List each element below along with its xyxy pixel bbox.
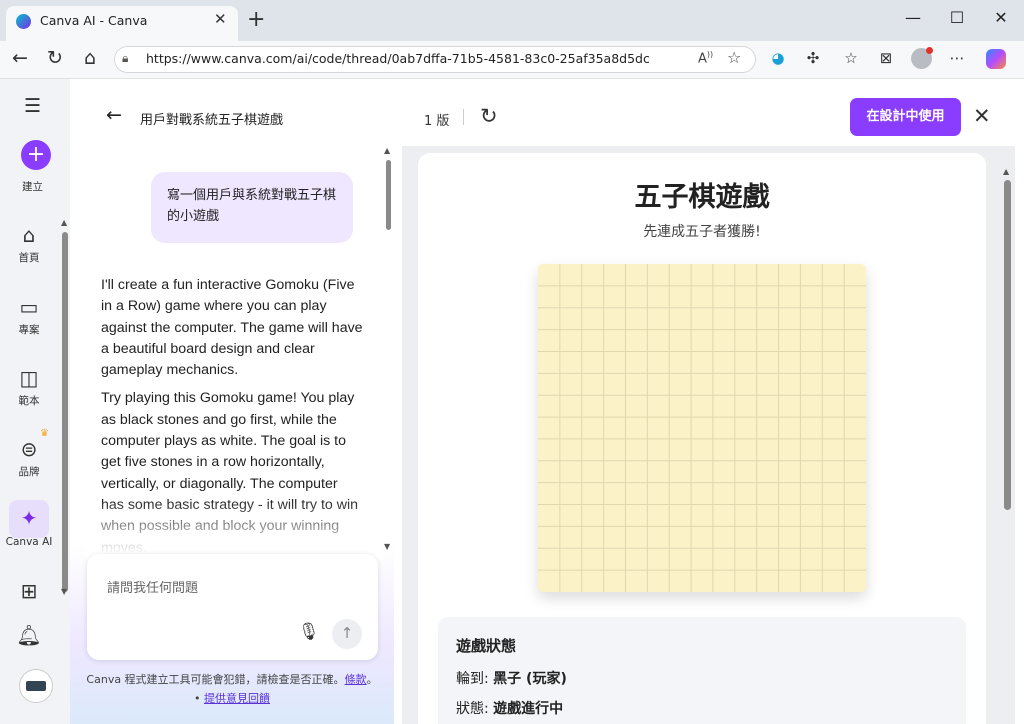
rail-scroll-down-arrow-icon[interactable]: ▼ — [61, 587, 67, 596]
chat-scroll-up-arrow-icon[interactable]: ▲ — [384, 146, 390, 155]
canva-favicon-icon — [16, 14, 31, 29]
rail-item-label: 首頁 — [18, 252, 40, 264]
favorite-star-icon[interactable]: ☆ — [727, 48, 741, 67]
version-selector[interactable]: 1 版 — [424, 110, 449, 129]
rail-item-label: 範本 — [18, 395, 40, 407]
refresh-icon[interactable]: ↻ — [480, 104, 498, 128]
templates-icon: ◫ — [19, 366, 39, 390]
window-minimize-button[interactable]: — — [898, 8, 928, 27]
lock-icon[interactable]: 🔒︎ — [122, 51, 128, 66]
apps-icon: ⊞ — [20, 579, 38, 603]
rail-item-templates[interactable]: ◫ 範本 — [0, 366, 64, 408]
favorites-icon[interactable]: ☆ — [841, 49, 861, 69]
game-title: 五子棋遊戲 — [634, 182, 770, 213]
turn-label: 輪到: — [456, 671, 489, 687]
chat-scrollbar-thumb[interactable] — [386, 160, 391, 230]
game-state-status: 狀態: 遊戲進行中 — [456, 698, 563, 718]
chat-input-box[interactable] — [87, 554, 378, 660]
gomoku-board[interactable] — [538, 264, 866, 592]
terms-link[interactable]: 條款 — [345, 673, 367, 686]
turn-value: 黑子 (玩家) — [493, 671, 567, 687]
state-label: 狀態: — [456, 701, 489, 717]
send-button[interactable]: ↑ — [332, 619, 362, 649]
ai-response-paragraph: I'll create a fun interactive Gomoku (Fi… — [101, 277, 363, 379]
back-arrow-icon[interactable]: ← — [106, 104, 122, 126]
microphone-icon[interactable]: 🎙︎ — [298, 622, 320, 642]
toolbar-divider — [463, 109, 464, 125]
read-aloud-icon[interactable]: A)) — [698, 50, 713, 66]
rail-scrollbar-thumb[interactable] — [62, 232, 68, 592]
status-title: 遊戲狀態 — [456, 637, 517, 655]
more-options-icon[interactable]: ⋯ — [947, 49, 967, 69]
url-text[interactable]: https://www.canva.com/ai/code/thread/0ab… — [146, 51, 650, 66]
bell-icon: 🔔︎ — [16, 623, 42, 647]
game-subtitle: 先連成五子者獲勝! — [643, 224, 761, 240]
turn-status: 輪到: 黑子 (玩家) — [456, 668, 567, 688]
use-in-design-button[interactable]: 在設計中使用 — [850, 98, 961, 136]
rail-item-label: Canva AI — [5, 536, 53, 548]
menu-icon[interactable]: ☰ — [24, 95, 41, 117]
create-button[interactable]: + — [21, 140, 51, 170]
account-avatar[interactable] — [19, 669, 53, 703]
disclaimer: Canva 程式建立工具可能會犯錯，請檢查是否正確。條款。 • 提供意見回饋 — [84, 670, 380, 708]
rail-item-projects[interactable]: ▭ 專案 — [0, 295, 64, 337]
avatar-logo-icon — [26, 681, 46, 691]
new-tab-button[interactable]: + — [247, 7, 265, 32]
sparkle-icon: ✦ — [20, 506, 38, 530]
user-message-bubble: 寫一個用戶與系統對戰五子棋的小遊戲 — [151, 172, 353, 243]
crown-icon: ♛ — [40, 428, 49, 439]
create-label: 建立 — [0, 176, 70, 194]
rail-scroll-up-arrow-icon[interactable]: ▲ — [61, 218, 67, 227]
create-label-text: 建立 — [22, 181, 43, 193]
feedback-link[interactable]: 提供意見回饋 — [204, 692, 270, 705]
copilot-icon[interactable] — [986, 49, 1006, 69]
state-value: 遊戲進行中 — [493, 701, 564, 717]
screenshot-icon[interactable]: ⊠ — [876, 49, 896, 69]
tab-title: Canva AI - Canva — [40, 13, 148, 28]
extensions-puzzle-icon[interactable]: ✣ — [803, 49, 823, 69]
disclaimer-text: Canva 程式建立工具可能會犯錯，請檢查是否正確。 — [86, 673, 345, 686]
extension-icon[interactable]: ◕ — [768, 49, 788, 69]
profile-notification-dot — [926, 47, 933, 54]
chat-scroll-down-arrow-icon[interactable]: ▼ — [384, 542, 390, 551]
rail-item-label: 品牌 — [18, 466, 40, 478]
brand-icon: ⊜ — [20, 437, 38, 461]
board-grid[interactable] — [538, 264, 866, 592]
back-icon[interactable]: ← — [8, 47, 32, 69]
rail-item-home[interactable]: ⌂ 首頁 — [0, 223, 64, 265]
window-maximize-button[interactable]: ☐ — [942, 8, 972, 27]
rail-item-apps[interactable]: ⊞ — [0, 579, 64, 603]
rail-item-brand[interactable]: ⊜ 品牌 — [0, 437, 64, 479]
chat-input[interactable]: 請問我任何問題 — [107, 577, 198, 596]
rail-item-notifications[interactable]: 🔔︎ — [0, 623, 64, 647]
rail-item-label: 專案 — [18, 324, 40, 336]
tab-close-icon[interactable]: ✕ — [214, 10, 227, 28]
preview-scroll-up-arrow-icon[interactable]: ▲ — [1003, 167, 1009, 176]
close-icon[interactable]: ✕ — [973, 104, 991, 128]
folder-icon: ▭ — [19, 295, 39, 319]
rail-item-canva-ai[interactable]: ✦ Canva AI — [0, 506, 64, 548]
chat-title: 用戶對戰系統五子棋遊戲 — [140, 113, 284, 128]
window-close-button[interactable]: ✕ — [986, 8, 1016, 27]
home-icon[interactable]: ⌂ — [78, 47, 102, 69]
reload-icon[interactable]: ↻ — [43, 47, 67, 69]
chat-fade-overlay — [86, 500, 381, 560]
home-icon: ⌂ — [22, 223, 36, 247]
preview-scrollbar-thumb[interactable] — [1004, 180, 1011, 510]
